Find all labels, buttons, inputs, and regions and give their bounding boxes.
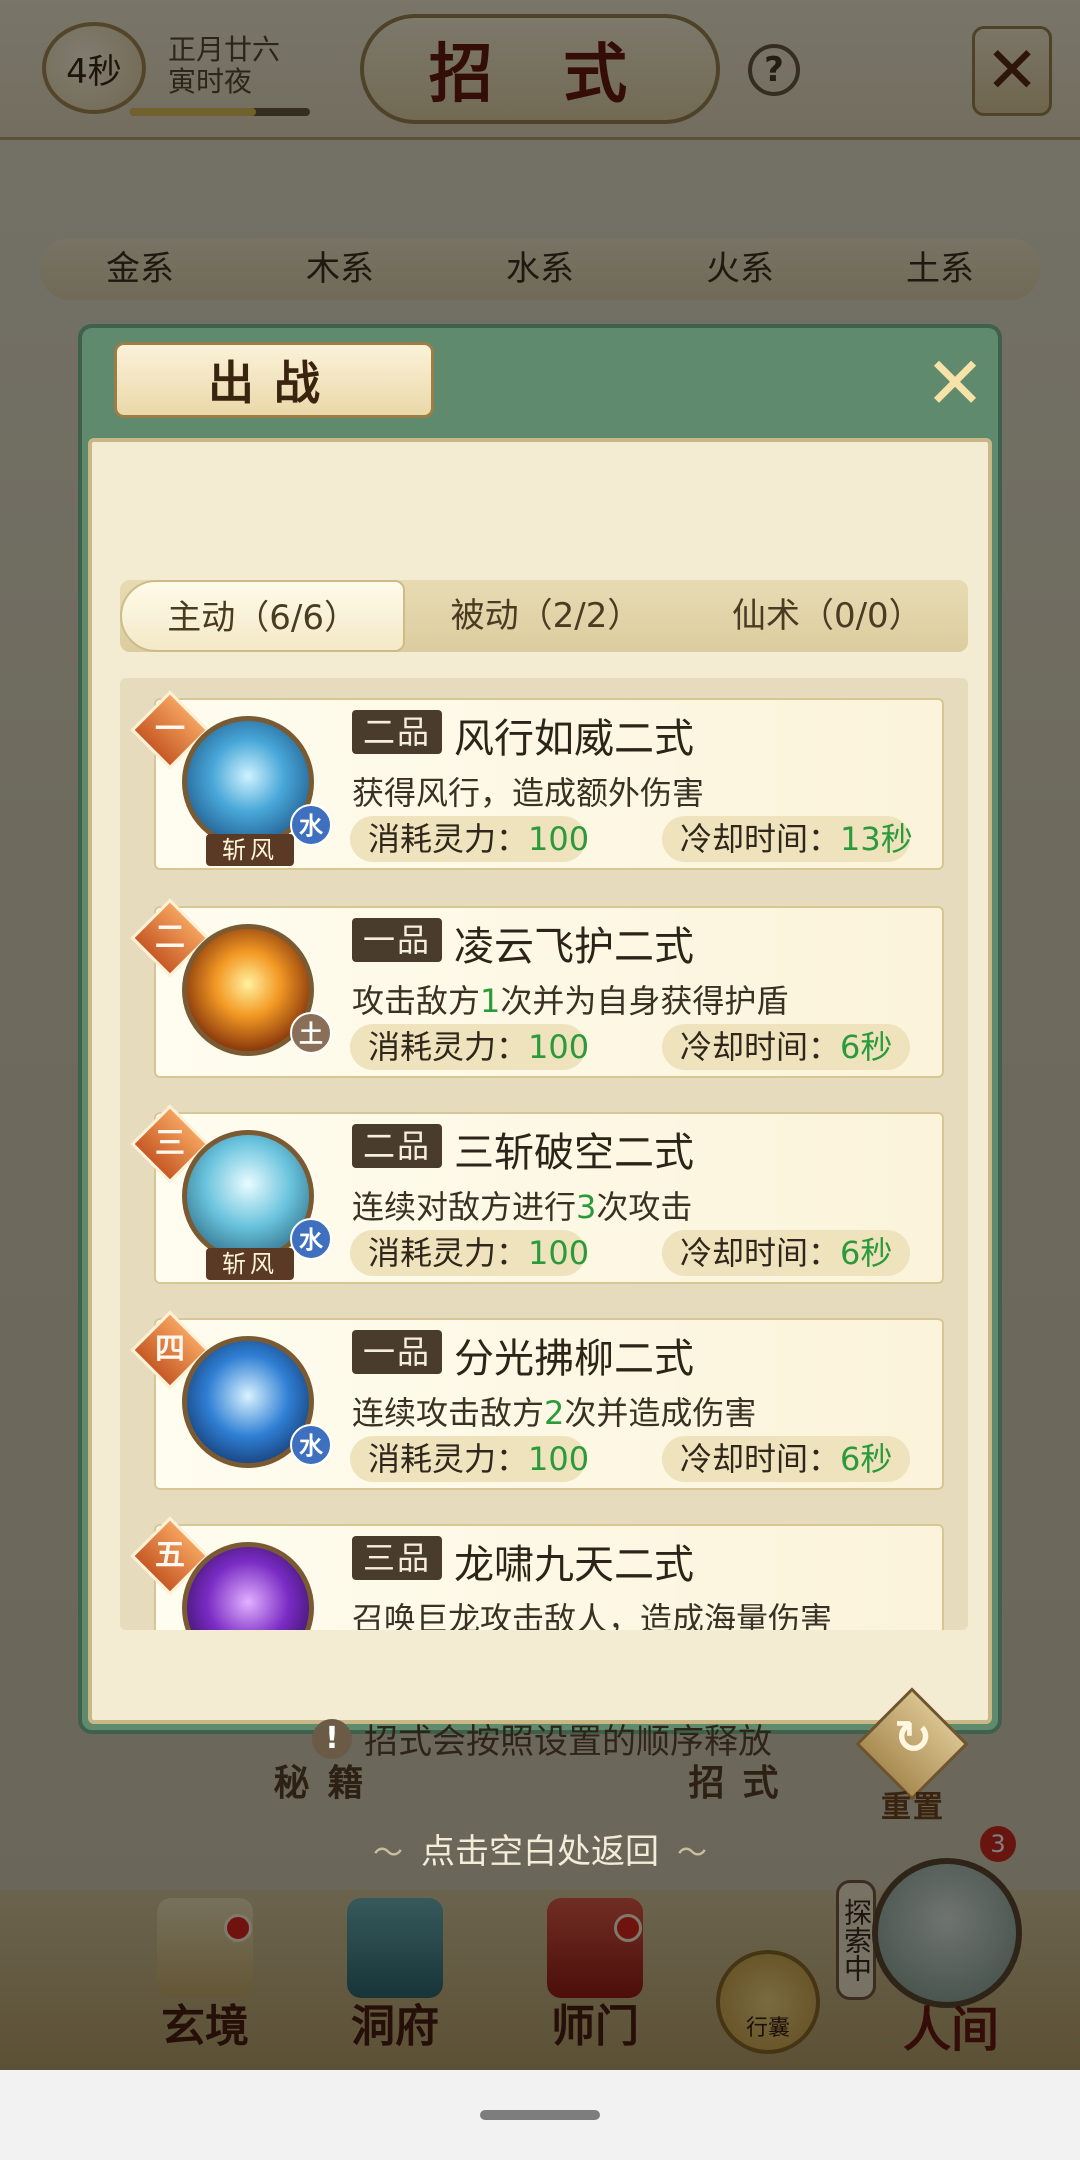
- cooldown: 冷却时间：13秒: [662, 816, 913, 862]
- cooldown-label: 冷却时间：: [680, 820, 841, 858]
- grade-tag: 二品: [352, 710, 442, 754]
- cooldown-label: 冷却时间：: [680, 1440, 841, 1478]
- mana-value: 100: [528, 820, 590, 858]
- reset-button[interactable]: ↻ 重置: [855, 1687, 969, 1825]
- skill-name: 风行如威二式: [454, 716, 694, 762]
- mana-value: 100: [528, 1440, 590, 1478]
- skill-card[interactable]: 三 斩风 水 二品 三斩破空二式 连续对敌方进行3次攻击 消耗灵力：100 冷却…: [130, 1104, 944, 1290]
- cooldown-value: 6秒: [840, 1234, 893, 1272]
- battle-skills-dialog: 出战 ✕ 主动（6/6） 被动（2/2） 仙术（0/0） 一 斩风 水 二品 风…: [78, 324, 1002, 1825]
- skill-card[interactable]: 二 土 一品 凌云飞护二式 攻击敌方1次并为自身获得护盾 消耗灵力：100 冷却…: [130, 898, 944, 1084]
- cloud-ornament-left: 〜: [373, 1836, 403, 1871]
- desc-text: 连续攻击敌方: [352, 1394, 545, 1432]
- close-icon[interactable]: ✕: [920, 347, 990, 419]
- grade-tag: 二品: [352, 1124, 442, 1168]
- desc-number: 3: [576, 1188, 597, 1226]
- skill-description: 召唤巨龙攻击敌人，造成海量伤害: [352, 1594, 832, 1630]
- cooldown-label: 冷却时间：: [680, 1028, 841, 1066]
- tab-immortal-arts[interactable]: 仙术（0/0）: [687, 580, 968, 652]
- skill-type-label: 斩风: [206, 1248, 294, 1280]
- cooldown: 冷却时间：6秒: [662, 1230, 910, 1276]
- desc-text: 次并造成伤害: [564, 1394, 757, 1432]
- cooldown-label: 冷却时间：: [680, 1234, 841, 1272]
- desc-text: 攻击敌方: [352, 982, 481, 1020]
- skill-description: 连续对敌方进行3次攻击: [352, 1182, 692, 1228]
- skill-description: 攻击敌方1次并为自身获得护盾: [352, 976, 788, 1022]
- water-element-badge: 水: [290, 1218, 332, 1260]
- desc-number: 2: [544, 1394, 565, 1432]
- cloud-ornament-right: 〜: [677, 1836, 707, 1871]
- hint-text: 招式会按照设置的顺序释放: [364, 1722, 772, 1762]
- skill-description: 连续攻击敌方2次并造成伤害: [352, 1388, 756, 1434]
- mana-label: 消耗灵力：: [368, 1440, 529, 1478]
- mana-label: 消耗灵力：: [368, 820, 529, 858]
- skill-description: 获得风行，造成额外伤害: [352, 768, 704, 814]
- earth-element-badge: 土: [290, 1012, 332, 1054]
- desc-text: 次攻击: [596, 1188, 693, 1226]
- reset-label: 重置: [881, 1790, 945, 1825]
- cooldown-value: 6秒: [840, 1440, 893, 1478]
- dialog-body: 主动（6/6） 被动（2/2） 仙术（0/0） 一 斩风 水 二品 风行如威二式…: [88, 438, 992, 1825]
- reset-icon: ↻: [893, 1710, 933, 1764]
- cooldown: 冷却时间：6秒: [662, 1024, 910, 1070]
- tab-active-skills[interactable]: 主动（6/6）: [120, 580, 406, 652]
- skill-list[interactable]: 一 斩风 水 二品 风行如威二式 获得风行，造成额外伤害 消耗灵力：100 冷却…: [120, 678, 968, 1630]
- tap-to-return-hint[interactable]: 〜点击空白处返回〜: [0, 1824, 1080, 1873]
- water-element-badge: 水: [290, 1424, 332, 1466]
- tab-passive-skills[interactable]: 被动（2/2）: [405, 580, 686, 652]
- mana-label: 消耗灵力：: [368, 1028, 529, 1066]
- water-element-badge: 水: [290, 804, 332, 846]
- mana-cost: 消耗灵力：100: [350, 1230, 590, 1276]
- skill-name: 凌云飞护二式: [454, 924, 694, 970]
- mana-cost: 消耗灵力：100: [350, 1024, 590, 1070]
- desc-text: 连续对敌方进行: [352, 1188, 577, 1226]
- dialog-title: 出战: [114, 342, 434, 418]
- home-indicator[interactable]: [480, 2110, 600, 2120]
- skill-card[interactable]: 一 斩风 水 二品 风行如威二式 获得风行，造成额外伤害 消耗灵力：100 冷却…: [130, 690, 944, 876]
- mana-label: 消耗灵力：: [368, 1234, 529, 1272]
- skill-card[interactable]: 五 三品 龙啸九天二式 召唤巨龙攻击敌人，造成海量伤害: [130, 1516, 944, 1630]
- skill-name: 分光拂柳二式: [454, 1336, 694, 1382]
- mana-cost: 消耗灵力：100: [350, 1436, 590, 1482]
- desc-text: 获得风行，造成额外伤害: [352, 774, 705, 812]
- cooldown: 冷却时间：6秒: [662, 1436, 910, 1482]
- skill-type-label: 斩风: [206, 834, 294, 866]
- desc-text: 次并为自身获得护盾: [500, 982, 789, 1020]
- cooldown-value: 6秒: [840, 1028, 893, 1066]
- grade-tag: 一品: [352, 1330, 442, 1374]
- skill-type-tabs: 主动（6/6） 被动（2/2） 仙术（0/0）: [120, 580, 968, 652]
- skill-card[interactable]: 四 水 一品 分光拂柳二式 连续攻击敌方2次并造成伤害 消耗灵力：100 冷却时…: [130, 1310, 944, 1496]
- mana-cost: 消耗灵力：100: [350, 816, 590, 862]
- exclamation-icon: !: [312, 1718, 352, 1759]
- skill-name: 三斩破空二式: [454, 1130, 694, 1176]
- desc-number: 1: [480, 982, 501, 1020]
- desc-text: 召唤巨龙攻击敌人，造成海量伤害: [352, 1600, 833, 1630]
- system-navigation-bar: [0, 2070, 1080, 2160]
- grade-tag: 一品: [352, 918, 442, 962]
- order-hint: ! 招式会按照设置的顺序释放: [312, 1714, 772, 1763]
- grade-tag: 三品: [352, 1536, 442, 1580]
- mana-value: 100: [528, 1234, 590, 1272]
- skill-name: 龙啸九天二式: [454, 1542, 694, 1588]
- cooldown-value: 13秒: [840, 820, 913, 858]
- back-hint-text: 点击空白处返回: [421, 1832, 659, 1872]
- mana-value: 100: [528, 1028, 590, 1066]
